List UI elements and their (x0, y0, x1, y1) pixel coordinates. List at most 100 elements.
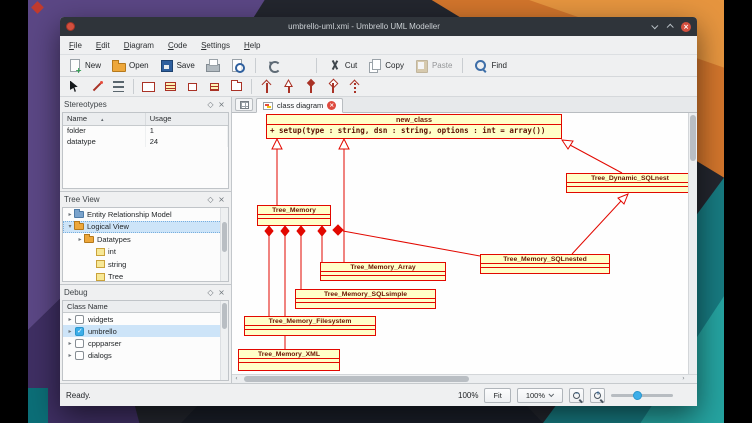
zoom-out-button[interactable]: − (569, 388, 584, 403)
tree-item-int[interactable]: int (63, 246, 228, 259)
column-header-name[interactable]: Name▴ (63, 113, 145, 125)
uml-class-tree-memory-sqlsimple[interactable]: Tree_Memory_SQLsimple (295, 289, 436, 309)
pen-tool[interactable] (87, 78, 106, 95)
scroll-right-arrow[interactable]: › (679, 375, 688, 383)
expander-icon[interactable] (66, 223, 74, 230)
expander-icon[interactable] (66, 211, 74, 218)
new-button[interactable]: New (65, 57, 103, 75)
uml-class-tree-memory[interactable]: Tree_Memory (257, 205, 331, 226)
enum-tool[interactable] (205, 78, 224, 95)
select-tool[interactable] (65, 78, 84, 95)
class-tool[interactable] (161, 78, 180, 95)
canvas-vertical-scrollbar[interactable] (688, 113, 697, 374)
save-button[interactable]: Save (157, 57, 197, 75)
text-tool[interactable] (109, 78, 128, 95)
box-tool[interactable] (139, 78, 158, 95)
tab-close-icon[interactable]: × (327, 101, 336, 110)
debug-item-umbrello[interactable]: umbrello (63, 325, 228, 337)
column-header-usage[interactable]: Usage (145, 113, 227, 125)
uml-class-tree-memory-sqlnested[interactable]: Tree_Memory_SQLnested (480, 254, 610, 274)
scrollbar-thumb[interactable] (222, 222, 227, 252)
diagram-list-button[interactable] (235, 98, 253, 111)
dependency-tool[interactable] (345, 78, 364, 95)
expander-icon[interactable] (66, 328, 74, 335)
find-button[interactable]: Find (471, 57, 509, 75)
print-button[interactable] (203, 57, 222, 75)
aggregation-tool[interactable] (323, 78, 342, 95)
table-row[interactable]: folder 1 (63, 125, 228, 136)
menu-settings[interactable]: Settings (194, 39, 237, 52)
checkbox-checked[interactable] (75, 327, 84, 336)
cut-button[interactable]: Cut (325, 57, 359, 75)
scrollbar-thumb[interactable] (222, 303, 227, 329)
datatype-tool[interactable] (183, 78, 202, 95)
dock-close-button[interactable]: × (216, 194, 227, 205)
canvas-horizontal-scrollbar[interactable]: ‹ › (232, 374, 697, 383)
menu-diagram[interactable]: Diagram (117, 39, 161, 52)
uml-class-new-class[interactable]: new_class + setup(type : string, dsn : s… (266, 114, 562, 139)
zoom-combobox[interactable]: 100% (517, 388, 563, 403)
minimize-button[interactable] (651, 22, 658, 29)
debug-item-cppparser[interactable]: cppparser (63, 337, 228, 349)
diagram-icon (263, 102, 273, 110)
debug-item-widgets[interactable]: widgets (63, 313, 228, 325)
generalization-arrow-icon (283, 79, 295, 94)
print-preview-button[interactable] (228, 57, 247, 75)
uml-class-tree-memory-filesystem[interactable]: Tree_Memory_Filesystem (244, 316, 376, 336)
uml-class-tree-memory-array[interactable]: Tree_Memory_Array (320, 262, 446, 281)
tab-class-diagram[interactable]: class diagram × (256, 98, 343, 113)
uml-class-tree-dynamic-sqlnest[interactable]: Tree_Dynamic_SQLnest (566, 173, 688, 193)
scrollbar-thumb[interactable] (690, 115, 696, 161)
tree-item-entity-relationship-model[interactable]: Entity Relationship Model (63, 208, 228, 221)
checkbox[interactable] (75, 315, 84, 324)
association-tool[interactable] (257, 78, 276, 95)
tree-item-datatypes[interactable]: Datatypes (63, 233, 228, 246)
tree-item-string[interactable]: string (63, 258, 228, 271)
scrollbar-thumb[interactable] (244, 376, 469, 382)
open-button[interactable]: Open (109, 57, 151, 75)
table-row[interactable]: datatype 24 (63, 136, 228, 147)
generalization-tool[interactable] (279, 78, 298, 95)
dock-close-button[interactable]: × (216, 99, 227, 110)
tree-view-scrollbar[interactable] (220, 208, 228, 281)
tree-item-logical-view[interactable]: Logical View (63, 221, 228, 234)
checkbox[interactable] (75, 351, 84, 360)
slider-track[interactable] (611, 394, 673, 397)
expander-icon[interactable] (66, 316, 74, 323)
scroll-left-arrow[interactable]: ‹ (232, 375, 241, 383)
fit-button[interactable]: Fit (484, 388, 510, 403)
tree-item-tree[interactable]: Tree (63, 271, 228, 283)
menubar: File Edit Diagram Code Settings Help (60, 36, 697, 55)
uml-class-tree-memory-xml[interactable]: Tree_Memory_XML (238, 349, 340, 371)
debug-item-dialogs[interactable]: dialogs (63, 349, 228, 361)
menu-code[interactable]: Code (161, 39, 194, 52)
undo-button[interactable] (264, 57, 283, 75)
zoom-slider[interactable] (611, 388, 673, 402)
dock-close-button[interactable]: × (216, 287, 227, 298)
dock-float-button[interactable]: ◇ (205, 287, 216, 298)
app-window: umbrello-uml.xmi - Umbrello UML Modeller… (60, 17, 697, 406)
expander-icon[interactable] (76, 236, 84, 243)
copy-button[interactable]: Copy (365, 57, 406, 75)
dock-float-button[interactable]: ◇ (205, 194, 216, 205)
checkbox[interactable] (75, 339, 84, 348)
close-button[interactable]: × (681, 22, 691, 32)
expander-icon[interactable] (66, 352, 74, 359)
menu-file[interactable]: File (62, 39, 89, 52)
redo-button[interactable] (289, 57, 308, 75)
desktop-wallpaper: umbrello-uml.xmi - Umbrello UML Modeller… (28, 0, 724, 423)
package-tool[interactable] (227, 78, 246, 95)
dock-float-button[interactable]: ◇ (205, 99, 216, 110)
diagram-canvas[interactable]: new_class + setup(type : string, dsn : s… (232, 113, 688, 374)
menu-edit[interactable]: Edit (89, 39, 117, 52)
titlebar[interactable]: umbrello-uml.xmi - Umbrello UML Modeller… (60, 17, 697, 36)
expander-icon[interactable] (66, 340, 74, 347)
menu-help[interactable]: Help (237, 39, 267, 52)
composition-tool[interactable] (301, 78, 320, 95)
debug-scrollbar[interactable] (220, 301, 228, 380)
zoom-in-button[interactable]: + (590, 388, 605, 403)
debug-column-header[interactable]: Class Name (63, 301, 228, 313)
maximize-button[interactable] (667, 24, 674, 31)
paste-button[interactable]: Paste (412, 57, 454, 75)
slider-handle[interactable] (633, 391, 642, 400)
